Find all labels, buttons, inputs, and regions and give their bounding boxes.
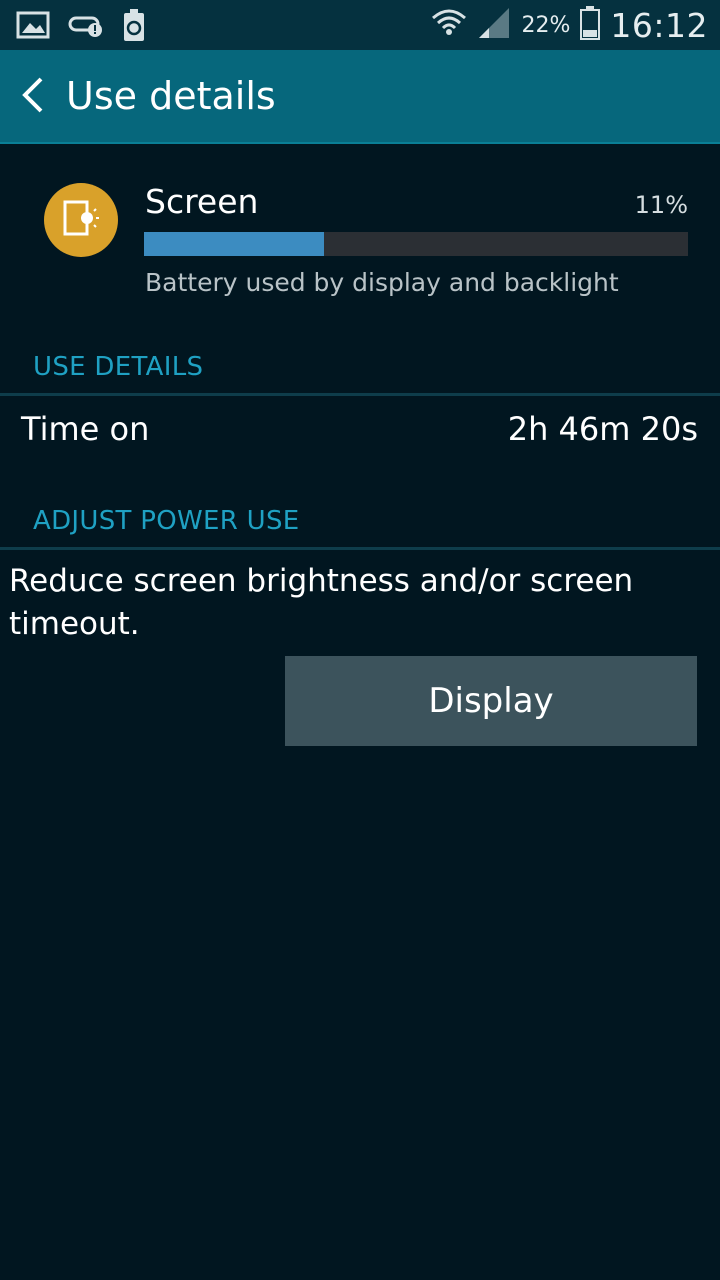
action-bar: Use details (0, 50, 720, 144)
clock: 16:12 (610, 5, 708, 45)
chevron-left-icon (19, 75, 45, 119)
adjust-power-header: ADJUST POWER USE (0, 500, 720, 550)
battery-icon (580, 6, 601, 44)
signal-icon (477, 6, 511, 44)
usage-bar (144, 232, 688, 256)
back-button[interactable] (14, 72, 50, 122)
page-title: Use details (66, 74, 276, 118)
battery-saver-icon (122, 9, 146, 45)
time-on-value: 2h 46m 20s (507, 410, 698, 448)
time-on-label: Time on (21, 410, 150, 448)
usage-description: Battery used by display and backlight (145, 268, 619, 297)
adjust-power-header-label: ADJUST POWER USE (33, 506, 300, 536)
gallery-icon (16, 10, 50, 44)
power-advice: Reduce screen brightness and/or screen t… (9, 563, 634, 642)
usage-percent: 11% (634, 191, 688, 219)
app-name: Screen (145, 182, 259, 221)
usage-bar-fill (144, 232, 324, 256)
wifi-icon (431, 6, 467, 44)
battery-percent: 22% (521, 12, 571, 38)
use-details-header: USE DETAILS (0, 346, 720, 396)
screen-app-icon (44, 183, 118, 257)
status-bar: 22% 16:12 (0, 0, 720, 50)
screen-brightness-icon (61, 198, 101, 242)
display-button[interactable]: Display (285, 656, 697, 746)
link-alert-icon (68, 10, 104, 44)
use-details-header-label: USE DETAILS (33, 352, 204, 382)
